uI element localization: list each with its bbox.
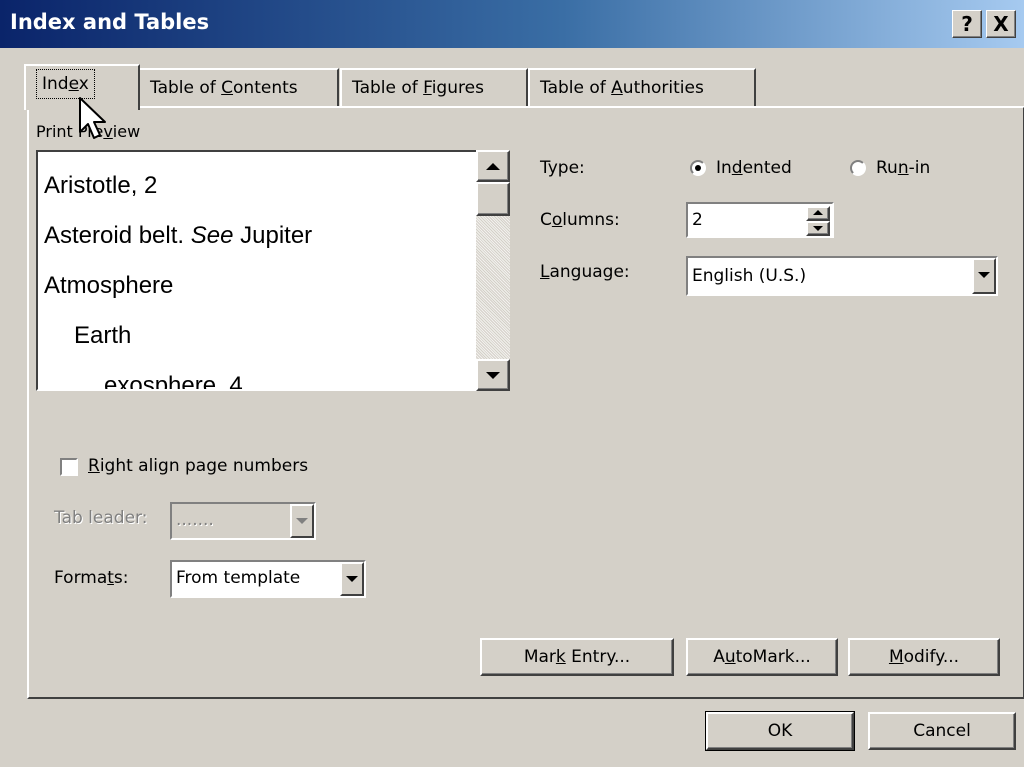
tab-leader-dropdown-button[interactable] <box>290 504 314 538</box>
chevron-down-icon <box>978 272 990 278</box>
spin-down-icon <box>813 226 823 231</box>
preview-line: Aristotle, 2 <box>44 172 158 199</box>
formats-select[interactable]: From template <box>170 560 366 598</box>
spin-up-icon <box>813 210 823 215</box>
ok-button[interactable]: OK <box>705 711 855 751</box>
language-select[interactable]: English (U.S.) <box>686 256 998 296</box>
right-align-label[interactable]: Right align page numbers <box>88 456 308 476</box>
arrow-down-icon <box>486 372 500 379</box>
arrow-up-icon <box>486 163 500 170</box>
title-bar: Index and Tables ? X <box>0 0 1024 48</box>
type-label: Type: <box>540 158 585 178</box>
chevron-down-icon <box>346 576 358 582</box>
radio-run-in-label[interactable]: Run-in <box>876 158 930 178</box>
preview-line: Asteroid belt. See Jupiter <box>44 222 313 249</box>
language-dropdown-button[interactable] <box>972 258 996 294</box>
modify-button[interactable]: Modify... <box>848 638 1000 676</box>
tab-table-of-figures[interactable]: Table of Figures <box>340 68 528 108</box>
window-title: Index and Tables <box>10 10 210 34</box>
preview-line: Atmosphere <box>44 272 174 299</box>
columns-label: Columns: <box>540 210 620 230</box>
radio-indented[interactable] <box>690 160 706 176</box>
print-preview-box: Aristotle, 2 Asteroid belt. See Jupiter … <box>36 150 478 391</box>
preview-line: Earth <box>74 322 132 349</box>
spin-down-button[interactable] <box>806 221 830 236</box>
right-align-checkbox[interactable] <box>60 458 78 476</box>
preview-line: exosphere, 4 <box>104 372 243 391</box>
automark-button[interactable]: AutoMark... <box>686 638 838 676</box>
columns-spinner[interactable]: 2 <box>686 202 834 238</box>
cancel-button[interactable]: Cancel <box>868 712 1016 750</box>
close-button[interactable]: X <box>986 10 1016 38</box>
help-button[interactable]: ? <box>952 10 982 38</box>
columns-value: 2 <box>692 210 703 230</box>
formats-label: Formats: <box>54 568 129 588</box>
radio-run-in[interactable] <box>850 160 866 176</box>
mouse-cursor-icon <box>79 97 106 139</box>
radio-indented-label[interactable]: Indented <box>716 158 792 178</box>
tab-table-of-contents[interactable]: Table of Contents <box>138 68 339 108</box>
scroll-down-button[interactable] <box>476 359 510 391</box>
formats-dropdown-button[interactable] <box>340 562 364 596</box>
spin-up-button[interactable] <box>806 206 830 221</box>
tab-leader-label: Tab leader: <box>54 508 148 528</box>
chevron-down-icon <box>296 518 308 524</box>
preview-scrollbar[interactable] <box>476 150 510 391</box>
tab-table-of-authorities[interactable]: Table of Authorities <box>528 68 756 108</box>
scroll-up-button[interactable] <box>476 150 510 182</box>
mark-entry-button[interactable]: Mark Entry... <box>480 638 674 676</box>
language-label: Language: <box>540 262 630 282</box>
scroll-thumb[interactable] <box>476 182 510 216</box>
tab-leader-select[interactable]: ....... <box>170 502 316 540</box>
